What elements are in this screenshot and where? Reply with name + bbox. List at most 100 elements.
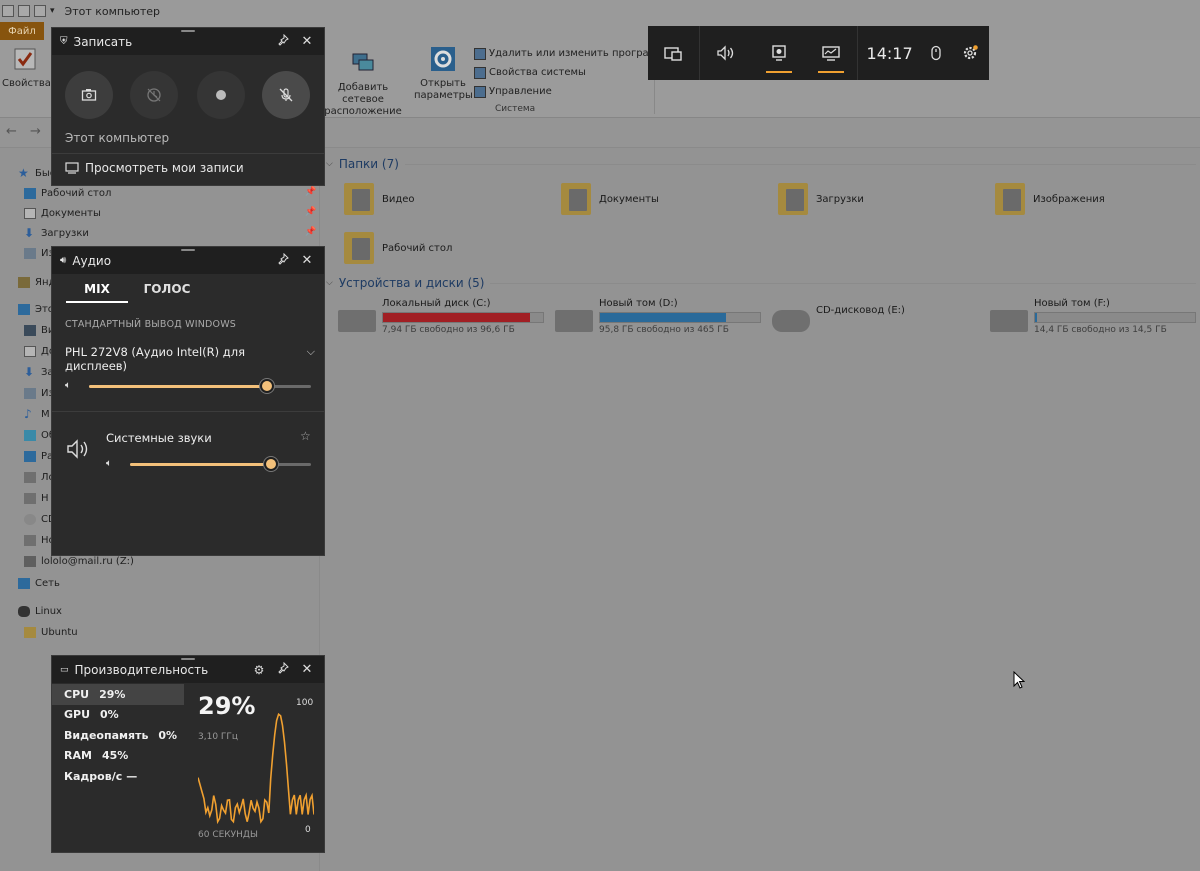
penguin-icon bbox=[18, 605, 30, 617]
folders-group-header[interactable]: ⌵ Папки (7) bbox=[326, 157, 1196, 171]
nav-item-network[interactable]: Сеть bbox=[18, 575, 60, 591]
nav-quick-access[interactable]: ★ Быс bbox=[18, 165, 55, 181]
nav-item-images-2[interactable]: Из bbox=[24, 385, 54, 401]
nav-item-yandex[interactable]: Янд bbox=[18, 274, 55, 290]
nav-item-network-drive[interactable]: lololo@mail.ru (Z:) bbox=[24, 553, 134, 569]
pin-icon[interactable] bbox=[274, 252, 292, 269]
widget-menu-icon bbox=[664, 47, 683, 61]
nav-item-downloads-2[interactable]: ⬇ За bbox=[24, 364, 54, 380]
nav-item-documents[interactable]: Документы bbox=[24, 205, 101, 221]
desktop-icon bbox=[24, 450, 36, 462]
nav-item-desktop-2[interactable]: Ра bbox=[24, 448, 53, 464]
output-device-select[interactable]: PHL 272V8 (Аудио Intel(R) для дисплеев) … bbox=[65, 345, 315, 373]
nav-item-desktop[interactable]: Рабочий стол bbox=[24, 185, 111, 201]
cd-drive-icon bbox=[772, 310, 810, 332]
nav-item-new-volume[interactable]: Н bbox=[24, 490, 49, 506]
folder-video[interactable]: Видео bbox=[344, 183, 415, 215]
nav-item-linux[interactable]: Linux bbox=[18, 603, 62, 619]
master-volume-thumb[interactable] bbox=[259, 379, 274, 393]
perf-row-vram[interactable]: Видеопамять 0% bbox=[52, 725, 212, 746]
perf-row-ram[interactable]: RAM 45% bbox=[52, 745, 184, 766]
audio-widget-header[interactable]: 🔊︎ Аудио ✕ bbox=[52, 247, 324, 274]
drive-f[interactable]: Новый том (F:) 14,4 ГБ свободно из 14,5 … bbox=[990, 298, 1196, 335]
pin-icon[interactable]: 📌 bbox=[305, 187, 316, 197]
nav-item-images[interactable]: Из bbox=[24, 245, 54, 261]
view-recordings-link[interactable]: Просмотреть мои записи bbox=[65, 161, 244, 175]
start-recording-button[interactable] bbox=[197, 71, 245, 119]
close-icon[interactable]: ✕ bbox=[298, 34, 316, 49]
music-note-icon: ♪ bbox=[24, 406, 32, 421]
open-settings-line2: параметры bbox=[414, 90, 473, 101]
master-volume-slider[interactable] bbox=[89, 379, 311, 393]
nav-item-cd[interactable]: CD bbox=[24, 511, 56, 527]
folder-desktop[interactable]: Рабочий стол bbox=[344, 232, 452, 264]
perf-row-cpu[interactable]: CPU 29% bbox=[52, 684, 184, 705]
pin-icon[interactable] bbox=[274, 33, 292, 50]
file-tab[interactable]: Файл bbox=[0, 22, 44, 40]
forward-arrow-icon[interactable]: → bbox=[30, 124, 41, 139]
app-volume-slider[interactable] bbox=[130, 457, 311, 471]
pin-icon[interactable]: 📌 bbox=[305, 207, 316, 217]
folder-downloads[interactable]: Загрузки bbox=[778, 183, 864, 215]
folder-documents[interactable]: Документы bbox=[561, 183, 659, 215]
tab-mix[interactable]: MIX bbox=[66, 282, 128, 296]
drag-grip[interactable] bbox=[181, 30, 195, 32]
nav-item-new-volume-2[interactable]: Но bbox=[24, 532, 55, 548]
drag-grip[interactable] bbox=[181, 249, 195, 251]
nav-label: lololo@mail.ru (Z:) bbox=[41, 555, 134, 567]
performance-widget-button[interactable] bbox=[805, 26, 858, 80]
drives-group-header[interactable]: ⌵ Устройства и диски (5) bbox=[326, 276, 1196, 290]
properties-quick-icon[interactable] bbox=[18, 5, 30, 17]
capture-widget-header[interactable]: ⛨ Записать ✕ bbox=[52, 28, 324, 55]
screenshot-button[interactable] bbox=[65, 71, 113, 119]
audio-widget-button[interactable] bbox=[700, 26, 753, 80]
system-properties-button[interactable]: Свойства системы bbox=[474, 63, 670, 82]
add-network-location-button[interactable]: Добавить сетевое расположение bbox=[320, 50, 406, 118]
sliders-icon[interactable]: ⚙︎ bbox=[250, 663, 268, 677]
drag-grip[interactable] bbox=[181, 658, 195, 660]
widget-menu-button[interactable] bbox=[648, 26, 699, 80]
drive-icon bbox=[555, 310, 593, 332]
app-volume-fill bbox=[130, 463, 272, 466]
uninstall-program-button[interactable]: Удалить или изменить программу bbox=[474, 44, 670, 63]
app-volume-thumb[interactable] bbox=[264, 457, 279, 471]
performance-widget-header[interactable]: ▭ Производительность ⚙︎ ✕ bbox=[52, 656, 324, 683]
folder-images[interactable]: Изображения bbox=[995, 183, 1105, 215]
record-last-30s-button[interactable] bbox=[130, 71, 178, 119]
new-folder-quick-icon[interactable] bbox=[34, 5, 46, 17]
favorite-star-icon[interactable]: ☆ bbox=[300, 429, 311, 443]
nav-item-documents-2[interactable]: До bbox=[24, 343, 55, 359]
drive-usage-fill bbox=[383, 313, 531, 322]
nav-item-3d-objects[interactable]: Об bbox=[24, 427, 55, 443]
app-volume-speaker-icon[interactable]: 🔈︎ bbox=[106, 458, 112, 469]
drive-d[interactable]: Новый том (D:) 95,8 ГБ свободно из 465 Г… bbox=[555, 298, 761, 335]
nav-item-this-pc[interactable]: Это bbox=[18, 301, 54, 317]
quick-access-dropdown-icon[interactable]: ▾ bbox=[50, 6, 55, 16]
drive-e[interactable]: CD-дисковод (E:) bbox=[772, 298, 905, 332]
drive-icon bbox=[24, 471, 36, 483]
pin-icon[interactable] bbox=[274, 661, 292, 678]
nav-item-downloads[interactable]: ⬇ Загрузки bbox=[24, 225, 89, 241]
pin-icon[interactable]: 📌 bbox=[305, 227, 316, 237]
master-volume-fill bbox=[89, 385, 267, 388]
nav-item-local-disk[interactable]: Ло bbox=[24, 469, 55, 485]
nav-item-ubuntu[interactable]: Ubuntu bbox=[24, 624, 78, 640]
nav-item-music[interactable]: ♪ М bbox=[24, 406, 50, 422]
settings-button[interactable] bbox=[952, 26, 989, 80]
properties-button[interactable]: Свойства bbox=[2, 46, 51, 90]
close-icon[interactable]: ✕ bbox=[298, 662, 316, 677]
close-icon[interactable]: ✕ bbox=[298, 253, 316, 268]
tab-voice[interactable]: ГОЛОС bbox=[132, 282, 202, 296]
nav-item-video[interactable]: Ви bbox=[24, 322, 54, 338]
perf-row-gpu[interactable]: GPU 0% bbox=[52, 704, 184, 725]
drive-c[interactable]: Локальный диск (C:) 7,94 ГБ свободно из … bbox=[338, 298, 544, 335]
back-arrow-icon[interactable]: ← bbox=[6, 124, 17, 139]
capture-widget-button[interactable] bbox=[752, 26, 805, 80]
perf-row-fps[interactable]: Кадров/с — bbox=[52, 766, 184, 787]
manage-button[interactable]: Управление bbox=[474, 82, 670, 101]
volume-speaker-icon[interactable]: 🔈︎ bbox=[65, 380, 71, 391]
microphone-toggle-button[interactable] bbox=[262, 71, 310, 119]
open-settings-button[interactable]: Открыть параметры bbox=[414, 46, 473, 102]
desktop-folder-icon bbox=[344, 232, 374, 264]
mouse-button[interactable] bbox=[921, 26, 952, 80]
